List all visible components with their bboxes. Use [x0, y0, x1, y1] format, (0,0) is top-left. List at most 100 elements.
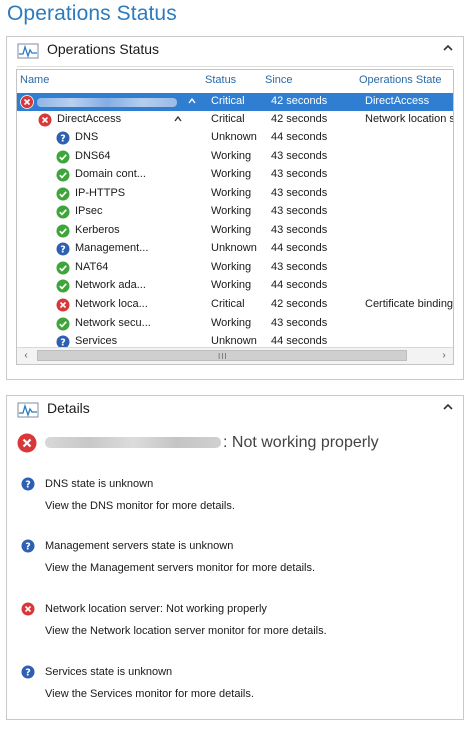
- group-row-directaccess[interactable]: DirectAccess Critical 42 seconds Network…: [17, 111, 453, 129]
- name-cell: DNS64: [75, 149, 111, 162]
- check-icon: [56, 317, 70, 330]
- svg-text:?: ?: [60, 134, 66, 145]
- name-cell: Network loca...: [75, 297, 148, 310]
- detail-item-title: Network location server: Not working pro…: [45, 603, 267, 615]
- question-icon: ?: [56, 131, 70, 145]
- svg-text:?: ?: [25, 480, 31, 491]
- svg-text:?: ?: [25, 542, 31, 553]
- scroll-right-icon[interactable]: ›: [437, 349, 451, 363]
- status-cell: Critical: [211, 297, 245, 310]
- status-cell: Unknown: [211, 131, 257, 143]
- name-cell: IPsec: [75, 205, 103, 218]
- component-row[interactable]: ? Management... Unknown 44 seconds: [17, 240, 453, 258]
- server-row-selected[interactable]: Critical 42 seconds DirectAccess: [17, 93, 453, 111]
- check-icon: [56, 224, 70, 238]
- detail-item-title: Services state is unknown: [45, 666, 173, 678]
- since-cell: 43 seconds: [271, 149, 328, 162]
- redacted-server-name: [37, 98, 177, 107]
- name-cell: Network secu...: [75, 316, 151, 329]
- component-row[interactable]: Network loca... Critical 42 seconds Certifi…: [17, 296, 453, 314]
- status-cell: Working: [211, 186, 252, 199]
- column-header-name[interactable]: Name: [20, 74, 49, 86]
- check-icon: [56, 187, 70, 201]
- scroll-grip: III: [218, 352, 228, 361]
- component-row[interactable]: ? DNS Unknown 44 seconds: [17, 129, 453, 147]
- page-title: Operations Status: [7, 2, 177, 25]
- status-cell: Working: [211, 279, 252, 292]
- check-icon: [56, 168, 70, 182]
- name-cell: Services: [75, 335, 118, 348]
- status-cell: Working: [211, 223, 252, 236]
- question-icon: ?: [21, 477, 35, 491]
- monitor-graph-icon: [17, 402, 39, 418]
- error-icon: [38, 113, 52, 127]
- detail-item-title: Management servers state is unknown: [45, 540, 234, 552]
- check-icon: [56, 261, 70, 275]
- component-row[interactable]: Kerberos Working 43 seconds: [17, 222, 453, 240]
- headline-status-text: : Not working properly: [223, 434, 379, 451]
- since-cell: 42 seconds: [271, 113, 328, 125]
- component-row[interactable]: NAT64 Working 43 seconds: [17, 259, 453, 277]
- status-cell: Unknown: [211, 335, 257, 348]
- state-cell: Certificate binding: [365, 297, 453, 310]
- status-cell: Working: [211, 149, 252, 162]
- since-cell: 44 seconds: [271, 279, 328, 292]
- since-cell: 44 seconds: [271, 242, 328, 255]
- since-cell: 43 seconds: [271, 316, 328, 329]
- operations-status-title: Operations Status: [47, 41, 160, 57]
- details-header: Details: [7, 396, 463, 424]
- status-cell: Critical: [211, 95, 245, 107]
- since-cell: 43 seconds: [271, 205, 328, 218]
- collapse-chevron-icon[interactable]: [441, 400, 455, 414]
- detail-item-title: DNS state is unknown: [45, 478, 154, 490]
- component-row[interactable]: DNS64 Working 43 seconds: [17, 148, 453, 166]
- name-cell: Network ada...: [75, 279, 146, 292]
- status-cell: Working: [211, 168, 252, 181]
- horizontal-scrollbar[interactable]: ‹ III ›: [17, 347, 453, 364]
- operations-status-panel: Operations Status Name Status Since Oper…: [6, 36, 464, 380]
- since-cell: 42 seconds: [271, 95, 328, 107]
- redacted-server-name: [45, 437, 221, 449]
- name-cell: DNS: [75, 131, 99, 143]
- name-cell: IP-HTTPS: [75, 186, 126, 199]
- scroll-thumb[interactable]: III: [37, 350, 407, 361]
- details-headline: : Not working properly: [45, 434, 379, 452]
- component-row[interactable]: IP-HTTPS Working 43 seconds: [17, 185, 453, 203]
- component-row[interactable]: Network ada... Working 44 seconds: [17, 277, 453, 295]
- check-icon: [56, 150, 70, 164]
- state-cell: Network location s: [365, 113, 453, 125]
- detail-item-description: View the Network location server monitor…: [45, 625, 327, 637]
- status-cell: Unknown: [211, 242, 257, 255]
- operations-grid[interactable]: Name Status Since Operations State Criti…: [16, 69, 454, 365]
- detail-item-description: View the Services monitor for more detai…: [45, 688, 254, 700]
- status-cell: Working: [211, 205, 252, 218]
- question-icon: ?: [21, 665, 35, 679]
- status-cell: Working: [211, 260, 252, 273]
- since-cell: 43 seconds: [271, 168, 328, 181]
- state-cell: DirectAccess: [365, 95, 430, 107]
- column-header-operations-state[interactable]: Operations State: [359, 74, 442, 86]
- scroll-left-icon[interactable]: ‹: [19, 349, 33, 363]
- collapse-row-chevron-icon[interactable]: [187, 97, 197, 105]
- component-row[interactable]: IPsec Working 43 seconds: [17, 203, 453, 221]
- check-icon: [56, 205, 70, 219]
- component-row[interactable]: Network secu... Working 43 seconds: [17, 315, 453, 333]
- since-cell: 44 seconds: [271, 335, 328, 348]
- question-icon: ?: [56, 242, 70, 256]
- name-cell: NAT64: [75, 260, 109, 273]
- column-header-status[interactable]: Status: [205, 74, 236, 86]
- collapse-group-chevron-icon[interactable]: [173, 115, 183, 123]
- check-icon: [56, 279, 70, 293]
- since-cell: 43 seconds: [271, 260, 328, 273]
- column-header-since[interactable]: Since: [265, 74, 293, 86]
- detail-item-description: View the DNS monitor for more details.: [45, 500, 235, 512]
- status-cell: Working: [211, 316, 252, 329]
- since-cell: 42 seconds: [271, 297, 328, 310]
- error-icon: [21, 602, 35, 616]
- svg-text:?: ?: [60, 245, 66, 256]
- collapse-chevron-icon[interactable]: [441, 41, 455, 55]
- svg-text:?: ?: [25, 668, 31, 679]
- component-row[interactable]: Domain cont... Working 43 seconds: [17, 166, 453, 184]
- monitor-graph-icon: [17, 43, 39, 59]
- name-cell: Management...: [75, 242, 149, 255]
